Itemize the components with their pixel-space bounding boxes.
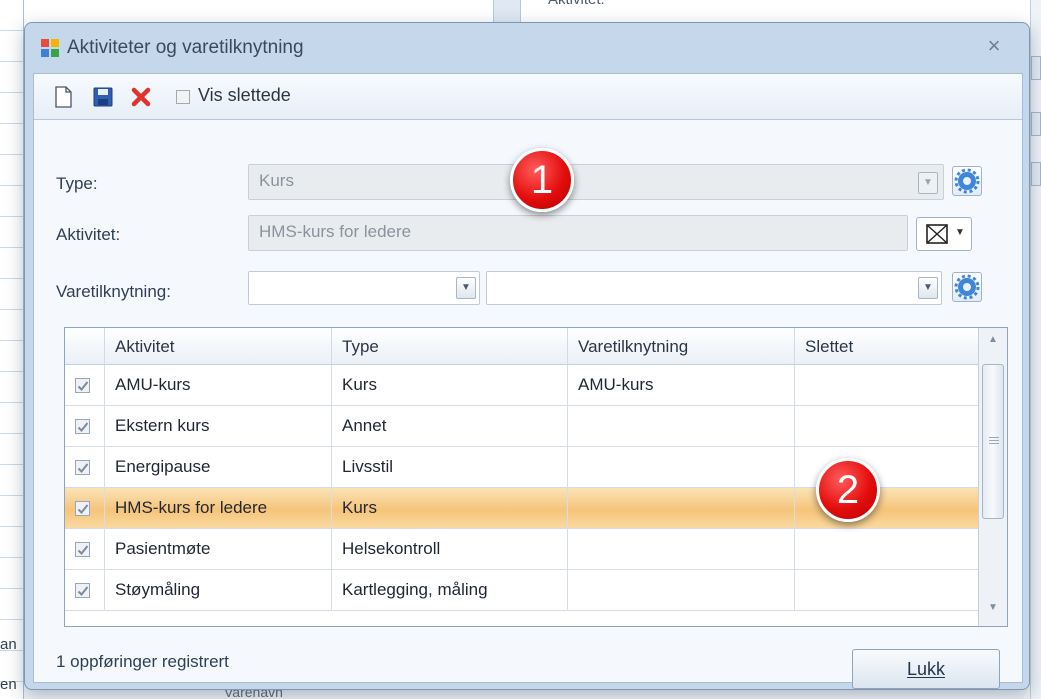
- cell-varetilknytning: AMU-kurs: [568, 365, 795, 405]
- activity-label: Aktivitet:: [56, 225, 121, 244]
- background-right-button[interactable]: [1031, 112, 1041, 136]
- background-right-button[interactable]: [1031, 56, 1041, 80]
- row-checkbox[interactable]: [75, 460, 90, 475]
- show-deleted-checkbox[interactable]: [176, 90, 190, 104]
- link-combo-2-chevron-down-icon[interactable]: ▼: [918, 277, 938, 299]
- link-settings-button[interactable]: [952, 272, 982, 302]
- scrollbar-grip-icon: [989, 437, 999, 446]
- annotation-marker-1: 1: [510, 148, 574, 212]
- column-header-type[interactable]: Type: [332, 328, 568, 365]
- type-dropdown-chevron-down-icon[interactable]: ▼: [918, 172, 938, 194]
- scroll-down-icon[interactable]: ▼: [982, 598, 1004, 618]
- grid-header-check: [65, 328, 105, 365]
- cell-aktivitet: HMS-kurs for ledere: [105, 488, 332, 528]
- cell-check: [65, 406, 105, 446]
- dialog-titlebar[interactable]: Aktiviteter og varetilknytning ×: [25, 23, 1029, 73]
- cell-type: Kartlegging, måling: [332, 570, 568, 610]
- type-label: Type:: [56, 174, 98, 193]
- checkmark-icon: [77, 422, 89, 432]
- close-button[interactable]: Lukk: [852, 649, 1000, 689]
- gear-icon: [954, 168, 980, 194]
- background-top-label: Aktivitet:: [548, 0, 605, 8]
- checkmark-icon: [77, 463, 89, 473]
- row-checkbox[interactable]: [75, 542, 90, 557]
- save-icon[interactable]: [92, 86, 114, 108]
- type-settings-button[interactable]: [952, 166, 982, 196]
- cell-slettet: [795, 529, 978, 569]
- type-field[interactable]: Kurs: [248, 164, 944, 200]
- type-value: Kurs: [259, 171, 294, 190]
- cell-varetilknytning: [568, 406, 795, 446]
- cell-type: Annet: [332, 406, 568, 446]
- cell-type: Kurs: [332, 488, 568, 528]
- cell-type: Livsstil: [332, 447, 568, 487]
- cell-slettet: [795, 365, 978, 405]
- cell-slettet: [795, 406, 978, 446]
- row-checkbox[interactable]: [75, 419, 90, 434]
- column-header-slettet[interactable]: Slettet: [795, 328, 978, 365]
- cell-aktivitet: Ekstern kurs: [105, 406, 332, 446]
- toolbar: Vis slettede: [34, 74, 1022, 120]
- table-row[interactable]: Pasientmøte Helsekontroll: [65, 529, 978, 570]
- background-row-list: [0, 0, 24, 699]
- new-document-icon[interactable]: [52, 86, 74, 108]
- link-combo-2[interactable]: [486, 271, 942, 305]
- close-icon[interactable]: ×: [977, 31, 1011, 61]
- activity-field[interactable]: HMS-kurs for ledere: [248, 215, 908, 251]
- cell-slettet: [795, 570, 978, 610]
- checkmark-icon: [77, 504, 89, 514]
- cell-aktivitet: Støymåling: [105, 570, 332, 610]
- chevron-down-icon: ▼: [955, 227, 965, 238]
- annotation-marker-2: 2: [816, 458, 880, 522]
- checkmark-icon: [77, 586, 89, 596]
- grid-header: Aktivitet Type Varetilknytning Slettet: [65, 328, 978, 365]
- clear-split-button[interactable]: ▼: [916, 217, 972, 251]
- close-button-label: Lukk: [906, 659, 946, 679]
- gear-icon: [954, 274, 980, 300]
- background-right-button[interactable]: [1031, 162, 1041, 186]
- row-checkbox[interactable]: [75, 583, 90, 598]
- cell-aktivitet: AMU-kurs: [105, 365, 332, 405]
- row-checkbox[interactable]: [75, 501, 90, 516]
- cell-aktivitet: Energipause: [105, 447, 332, 487]
- dialog-title: Aktiviteter og varetilknytning: [67, 37, 304, 58]
- column-header-aktivitet[interactable]: Aktivitet: [105, 328, 332, 365]
- cell-check: [65, 447, 105, 487]
- background-bottom-label: an: [0, 636, 17, 653]
- cell-check: [65, 529, 105, 569]
- checkmark-icon: [77, 381, 89, 391]
- row-checkbox[interactable]: [75, 378, 90, 393]
- cell-aktivitet: Pasientmøte: [105, 529, 332, 569]
- link-combo-1[interactable]: [248, 271, 480, 305]
- background-bottom-label: en: [0, 676, 17, 693]
- table-row[interactable]: AMU-kurs Kurs AMU-kurs: [65, 365, 978, 406]
- cell-check: [65, 365, 105, 405]
- grid-vertical-scrollbar[interactable]: ▲ ▼: [978, 328, 1007, 626]
- table-row[interactable]: Ekstern kurs Annet: [65, 406, 978, 447]
- cell-varetilknytning: [568, 529, 795, 569]
- activities-dialog: Aktiviteter og varetilknytning × Vis sle…: [24, 22, 1030, 690]
- scroll-up-icon[interactable]: ▲: [982, 330, 1004, 350]
- cell-check: [65, 488, 105, 528]
- record-count-status: 1 oppføringer registrert: [56, 652, 229, 671]
- table-row[interactable]: Støymåling Kartlegging, måling: [65, 570, 978, 611]
- background-right-toolbar: [1030, 0, 1041, 699]
- cell-varetilknytning: [568, 488, 795, 528]
- cell-type: Helsekontroll: [332, 529, 568, 569]
- cell-varetilknytning: [568, 570, 795, 610]
- delete-icon[interactable]: [130, 86, 152, 108]
- app-window-icon: [41, 39, 59, 57]
- cell-check: [65, 570, 105, 610]
- cell-type: Kurs: [332, 365, 568, 405]
- link-combo-1-chevron-down-icon[interactable]: ▼: [456, 277, 476, 299]
- link-label: Varetilknytning:: [56, 282, 171, 301]
- clear-box-icon: [926, 224, 948, 244]
- cell-varetilknytning: [568, 447, 795, 487]
- checkmark-icon: [77, 545, 89, 555]
- activity-value: HMS-kurs for ledere: [259, 222, 412, 241]
- column-header-varetilknytning[interactable]: Varetilknytning: [568, 328, 795, 365]
- show-deleted-label: Vis slettede: [198, 85, 291, 105]
- scrollbar-thumb[interactable]: [982, 364, 1004, 519]
